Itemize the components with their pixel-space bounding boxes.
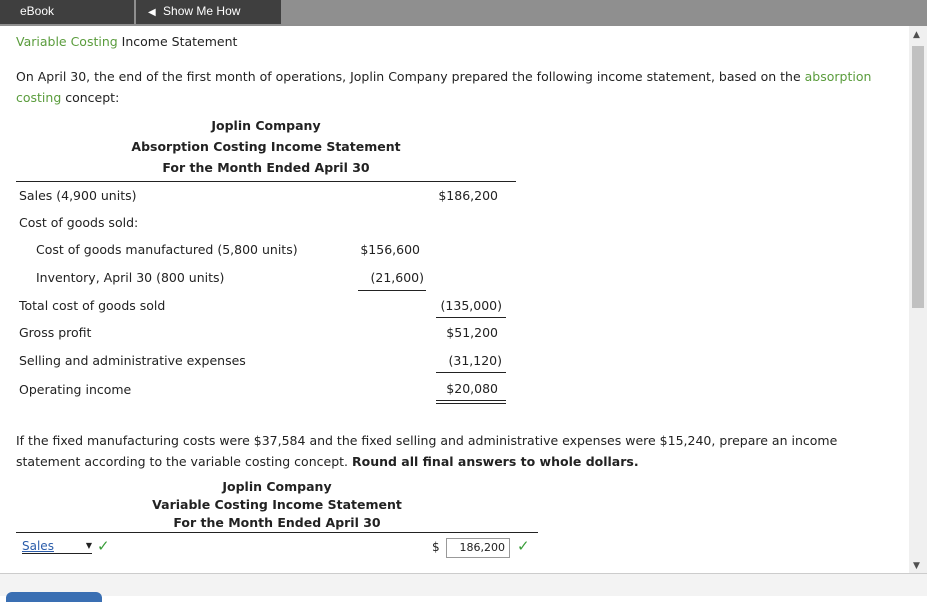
tab-show-me-how-label: Show Me How (163, 4, 241, 18)
row-amount: $156,600 (360, 242, 420, 257)
bottom-button[interactable] (6, 592, 102, 602)
company-name: Joplin Company (222, 479, 332, 494)
intro-tail: concept: (61, 90, 120, 105)
select-value: Sales (22, 539, 54, 553)
statement-period: For the Month Ended April 30 (173, 515, 381, 530)
problem-content: Variable Costing Income Statement On Apr… (0, 26, 909, 573)
company-name: Joplin Company (211, 118, 321, 133)
underline (358, 290, 426, 291)
statement-title: Absorption Costing Income Statement (131, 139, 401, 154)
divider (16, 181, 516, 182)
row-amount: (135,000) (440, 298, 502, 313)
chevron-down-icon: ▼ (85, 541, 92, 550)
tab-ebook[interactable]: eBook (0, 0, 134, 24)
line-item-select[interactable]: Sales ▼ (22, 539, 92, 554)
row-label: Total cost of goods sold (19, 298, 166, 313)
vertical-scrollbar[interactable]: ▲ ▼ (909, 26, 927, 573)
row-amount: $51,200 (446, 325, 498, 340)
row-label: Selling and administrative expenses (19, 353, 246, 368)
statement-period: For the Month Ended April 30 (162, 160, 370, 175)
underline (436, 317, 506, 318)
tab-show-me-how[interactable]: ◀ Show Me How (136, 0, 281, 24)
video-icon: ◀ (148, 7, 156, 18)
currency-symbol: $ (432, 540, 440, 554)
underline (436, 372, 506, 373)
row-label: Sales (4,900 units) (19, 188, 137, 203)
row-amount: $20,080 (446, 381, 498, 396)
double-underline (436, 400, 506, 404)
tab-ebook-label: eBook (20, 4, 55, 18)
scroll-up-icon[interactable]: ▲ (913, 30, 920, 40)
check-icon: ✓ (517, 537, 530, 555)
row-amount: (21,600) (370, 270, 425, 285)
row-label: Operating income (19, 382, 132, 397)
intro-text: On April 30, the end of the first month … (16, 69, 805, 84)
sales-amount-input[interactable]: 186,200 (446, 538, 510, 558)
row-label: Cost of goods sold: (19, 215, 139, 230)
instructions-bold: Round all final answers to whole dollars… (351, 454, 639, 469)
section-title: Variable Costing Income Statement (16, 34, 237, 49)
divider (16, 532, 538, 533)
row-amount: (31,120) (448, 353, 503, 368)
instructions-paragraph: If the fixed manufacturing costs were $3… (16, 430, 896, 472)
check-icon: ✓ (97, 537, 110, 555)
intro-paragraph: On April 30, the end of the first month … (16, 66, 896, 108)
section-title-rest: Income Statement (117, 34, 238, 49)
row-amount: $186,200 (438, 188, 498, 203)
bottom-bar (0, 573, 927, 602)
scroll-thumb[interactable] (912, 46, 924, 308)
scroll-down-icon[interactable]: ▼ (913, 561, 920, 571)
row-label: Gross profit (19, 325, 92, 340)
row-label: Cost of goods manufactured (5,800 units) (36, 242, 298, 257)
section-title-link[interactable]: Variable Costing (16, 34, 118, 49)
statement-title: Variable Costing Income Statement (152, 497, 402, 512)
row-label: Inventory, April 30 (800 units) (36, 270, 225, 285)
top-tab-bar: eBook ◀ Show Me How (0, 0, 927, 26)
